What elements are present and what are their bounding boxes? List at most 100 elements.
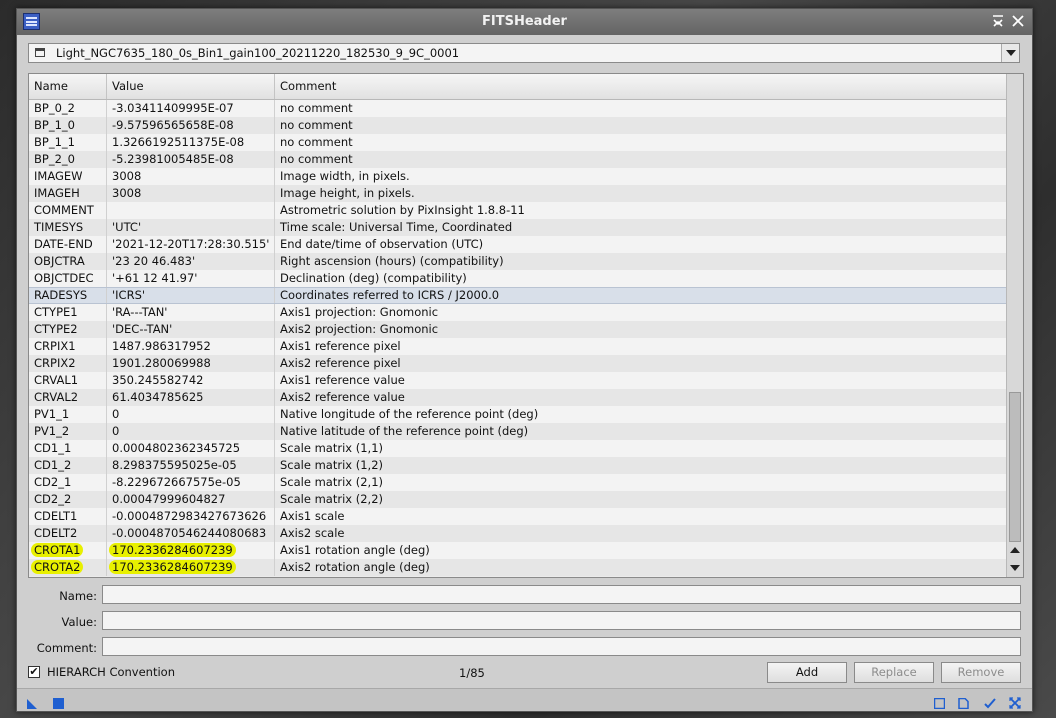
replace-button[interactable]: Replace (854, 662, 934, 683)
cell-name-text: OBJCTDEC (34, 271, 94, 285)
cell-name: CDELT1 (29, 508, 107, 525)
table-row[interactable]: CRPIX2 1901.280069988 Axis2 reference pixe… (29, 355, 1006, 372)
cell-comment: Axis2 reference value (275, 389, 1006, 406)
table-row[interactable]: CROTA2 170.2336284607239 Axis2 rotation an… (29, 559, 1006, 576)
cell-value: 'RA---TAN' (107, 304, 275, 321)
cell-name-text: CDELT1 (34, 509, 78, 523)
cell-comment-text: Scale matrix (1,2) (280, 458, 384, 472)
scrollbar-thumb[interactable] (1009, 392, 1021, 542)
comment-input[interactable] (102, 637, 1021, 656)
cell-value-text: 0.0004802362345725 (112, 441, 241, 455)
image-window-icon (35, 48, 45, 57)
title-bar[interactable]: FITSHeader (17, 9, 1032, 35)
cell-value-text: '2021-12-20T17:28:30.515' (112, 237, 270, 251)
table-row[interactable]: BP_0_2 -3.03411409995E-07 no comment (29, 100, 1006, 117)
table-row[interactable]: BP_1_0 -9.57596565658E-08 no comment (29, 117, 1006, 134)
cell-name: OBJCTDEC (29, 270, 107, 287)
cell-name-text: BP_0_2 (34, 101, 75, 115)
cell-comment-text: Coordinates referred to ICRS / J2000.0 (280, 288, 500, 302)
table-row[interactable]: CTYPE2 'DEC--TAN' Axis2 projection: Gnomon… (29, 321, 1006, 338)
cell-comment: Image width, in pixels. (275, 168, 1006, 185)
cell-value: 'UTC' (107, 219, 275, 236)
table-row[interactable]: IMAGEH 3008 Image height, in pixels. (29, 185, 1006, 202)
cell-value: 350.245582742 (107, 372, 275, 389)
table-row[interactable]: PV1_1 0 Native longitude of the reference … (29, 406, 1006, 423)
cell-comment-text: Axis2 scale (280, 526, 345, 540)
table-row[interactable]: BP_1_1 1.3266192511375E-08 no comment (29, 134, 1006, 151)
cell-name: CD2_2 (29, 491, 107, 508)
table-row[interactable]: COMMENT Astrometric solution by PixInsigh… (29, 202, 1006, 219)
table-row[interactable]: PV1_2 0 Native latitude of the reference p… (29, 423, 1006, 440)
cell-value: -9.57596565658E-08 (107, 117, 275, 134)
table-row[interactable]: CD1_2 8.298375595025e-05 Scale matrix (1,2… (29, 457, 1006, 474)
scroll-up-arrow-icon[interactable] (1010, 547, 1020, 553)
cell-comment-text: Image height, in pixels. (280, 186, 415, 200)
scroll-down-arrow-icon[interactable] (1010, 565, 1020, 571)
table-row[interactable]: OBJCTRA '23 20 46.483' Right ascension (ho… (29, 253, 1006, 270)
name-input[interactable] (102, 585, 1021, 604)
cell-value-text: 170.2336284607239 (109, 543, 236, 557)
table-row[interactable]: CD2_1 -8.229672667575e-05 Scale matrix (2,… (29, 474, 1006, 491)
new-instance-icon[interactable] (27, 694, 38, 709)
cell-value-text: -8.229672667575e-05 (112, 475, 241, 489)
table-row[interactable]: RADESYS 'ICRS' Coordinates referred to ICR… (29, 287, 1006, 304)
cell-comment: Native longitude of the reference point … (275, 406, 1006, 423)
file-selector[interactable]: Light_NGC7635_180_0s_Bin1_gain100_202112… (28, 43, 1020, 63)
shade-icon[interactable] (990, 13, 1006, 29)
column-header-name[interactable]: Name (29, 74, 107, 99)
cell-value-text: 'UTC' (112, 220, 142, 234)
cell-name-text: IMAGEH (34, 186, 80, 200)
table-row[interactable]: CRPIX1 1487.986317952 Axis1 reference pixe… (29, 338, 1006, 355)
remove-button[interactable]: Remove (941, 662, 1021, 683)
cell-comment-text: no comment (280, 152, 353, 166)
table-row[interactable]: IMAGEW 3008 Image width, in pixels. (29, 168, 1006, 185)
cell-name-text: CRPIX1 (34, 339, 76, 353)
table-row[interactable]: TIMESYS 'UTC' Time scale: Universal Time, … (29, 219, 1006, 236)
cell-value: -0.0004872983427673626 (107, 508, 275, 525)
reset-icon[interactable] (1009, 694, 1021, 709)
table-header: Name Value Comment (29, 74, 1006, 100)
cell-value-text: 350.245582742 (112, 373, 204, 387)
cell-comment: Image height, in pixels. (275, 185, 1006, 202)
table-row[interactable]: CRVAL1 350.245582742 Axis1 reference value (29, 372, 1006, 389)
column-header-value[interactable]: Value (107, 74, 275, 99)
cell-name: CD1_1 (29, 440, 107, 457)
cell-value-text: '23 20 46.483' (112, 254, 196, 268)
add-button[interactable]: Add (767, 662, 847, 683)
column-header-comment[interactable]: Comment (275, 74, 1006, 99)
close-icon[interactable] (1010, 13, 1026, 29)
browse-documentation-icon[interactable] (933, 694, 946, 710)
cell-name: BP_1_0 (29, 117, 107, 134)
cell-comment: Axis2 rotation angle (deg) (275, 559, 1006, 576)
hierarch-checkbox[interactable]: ✔ (28, 666, 40, 678)
table-row[interactable]: CTYPE1 'RA---TAN' Axis1 projection: Gnomon… (29, 304, 1006, 321)
value-input[interactable] (102, 611, 1021, 630)
table-row[interactable]: CDELT2 -0.0004870546244080683 Axis2 scale (29, 525, 1006, 542)
vertical-scrollbar[interactable] (1006, 74, 1023, 577)
cell-comment: Coordinates referred to ICRS / J2000.0 (275, 288, 1006, 303)
table-row[interactable]: OBJCTDEC '+61 12 41.97' Declination (deg) … (29, 270, 1006, 287)
table-row[interactable]: CD2_2 0.00047999604827 Scale matrix (2,2) (29, 491, 1006, 508)
ok-check-icon[interactable] (984, 694, 996, 709)
table-row[interactable]: CD1_1 0.0004802362345725 Scale matrix (1,1… (29, 440, 1006, 457)
table-row[interactable]: BP_2_0 -5.23981005485E-08 no comment (29, 151, 1006, 168)
cell-comment-text: Native latitude of the reference point (… (280, 424, 529, 438)
cell-value: 170.2336284607239 (107, 542, 275, 559)
cell-name: CROTA1 (29, 542, 107, 559)
table-row[interactable]: CDELT1 -0.0004872983427673626 Axis1 scale (29, 508, 1006, 525)
table-row[interactable]: CROTA1 170.2336284607239 Axis1 rotation an… (29, 542, 1006, 559)
cell-name: CROTA2 (29, 559, 107, 576)
table-row[interactable]: DATE-END '2021-12-20T17:28:30.515' End dat… (29, 236, 1006, 253)
cell-comment-text: Axis2 reference pixel (280, 356, 401, 370)
cell-name-text: COMMENT (34, 203, 94, 217)
apply-global-icon[interactable] (53, 694, 64, 709)
chevron-down-icon[interactable] (1001, 44, 1019, 62)
cell-comment: Scale matrix (2,1) (275, 474, 1006, 491)
cell-name-text: CTYPE2 (34, 322, 78, 336)
track-view-icon[interactable] (958, 694, 969, 710)
table-row[interactable]: CRVAL2 61.4034785625 Axis2 reference value (29, 389, 1006, 406)
cell-value: -3.03411409995E-07 (107, 100, 275, 117)
cell-value-text: 61.4034785625 (112, 390, 204, 404)
cell-comment-text: Axis1 rotation angle (deg) (280, 543, 430, 557)
cell-name-text: CD1_1 (34, 441, 72, 455)
